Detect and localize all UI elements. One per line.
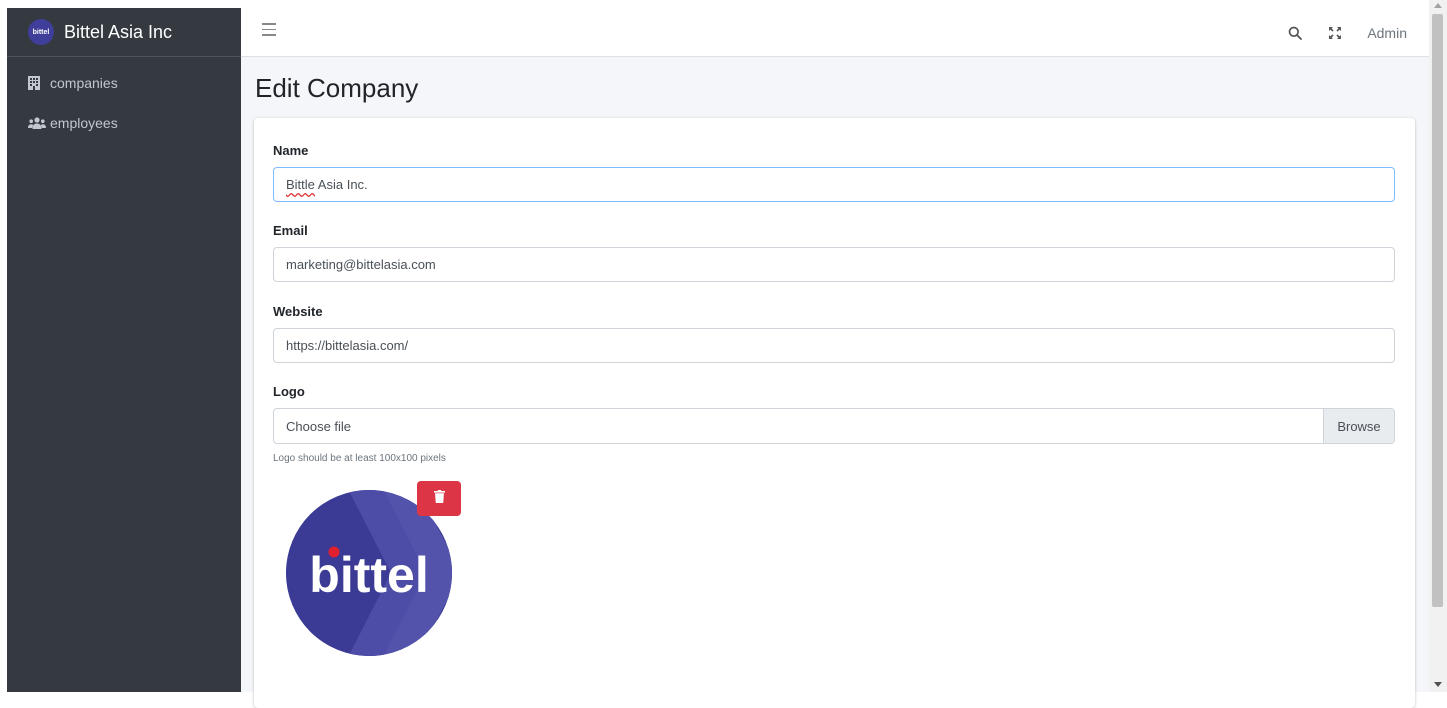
sidebar-nav: companies employees (7, 63, 241, 143)
brand-name: Bittel Asia Inc (64, 21, 173, 42)
window-edge (0, 0, 7, 692)
sidebar-item-label: employees (50, 115, 118, 131)
email-input[interactable]: marketing@bittelasia.com (273, 247, 1395, 282)
website-label: Website (273, 304, 323, 319)
navbar-right: Admin (1287, 8, 1407, 57)
scroll-thumb[interactable] (1432, 14, 1443, 607)
page-title: Edit Company (255, 73, 419, 103)
sidebar: bittel Bittel Asia Inc companies employe… (7, 8, 241, 692)
sidebar-item-companies[interactable]: companies (7, 63, 241, 103)
spellcheck-word: Bittle (286, 177, 315, 192)
brand-link[interactable]: bittel Bittel Asia Inc (7, 8, 241, 57)
edit-company-card: Name Bittle Asia Inc. Email marketing@bi… (254, 118, 1415, 708)
file-placeholder: Choose file (286, 418, 352, 434)
name-input[interactable]: Bittle Asia Inc. (273, 167, 1395, 202)
email-label: Email (273, 223, 308, 238)
sidebar-item-employees[interactable]: employees (7, 103, 241, 143)
logo-label: Logo (273, 384, 305, 399)
search-icon[interactable] (1287, 25, 1303, 41)
logo-help-text: Logo should be at least 100x100 pixels (273, 453, 446, 464)
logo-file-input[interactable]: Choose file Browse (273, 408, 1395, 444)
content-wrapper: Edit Company Name Bittle Asia Inc. Email… (241, 57, 1429, 708)
users-icon (28, 116, 46, 130)
building-icon (28, 76, 46, 90)
browse-button[interactable]: Browse (1323, 409, 1394, 443)
name-label: Name (273, 143, 309, 158)
delete-logo-button[interactable] (417, 481, 461, 516)
brand-logo-text: bittel (32, 28, 50, 36)
website-input[interactable]: https://bittelasia.com/ (273, 328, 1395, 363)
name-value-rest: Asia Inc. (314, 177, 368, 192)
scroll-up-icon[interactable] (1434, 3, 1442, 8)
menu-icon[interactable] (262, 23, 276, 37)
top-navbar: Admin (241, 8, 1429, 57)
trash-icon (433, 489, 445, 508)
logo-preview-text: bittel (309, 547, 428, 603)
sidebar-item-label: companies (50, 75, 118, 91)
scroll-down-icon[interactable] (1434, 682, 1442, 687)
expand-icon[interactable] (1327, 25, 1343, 41)
brand-logo: bittel (28, 19, 54, 45)
user-menu[interactable]: Admin (1367, 25, 1407, 41)
page-scrollbar[interactable] (1429, 0, 1447, 692)
